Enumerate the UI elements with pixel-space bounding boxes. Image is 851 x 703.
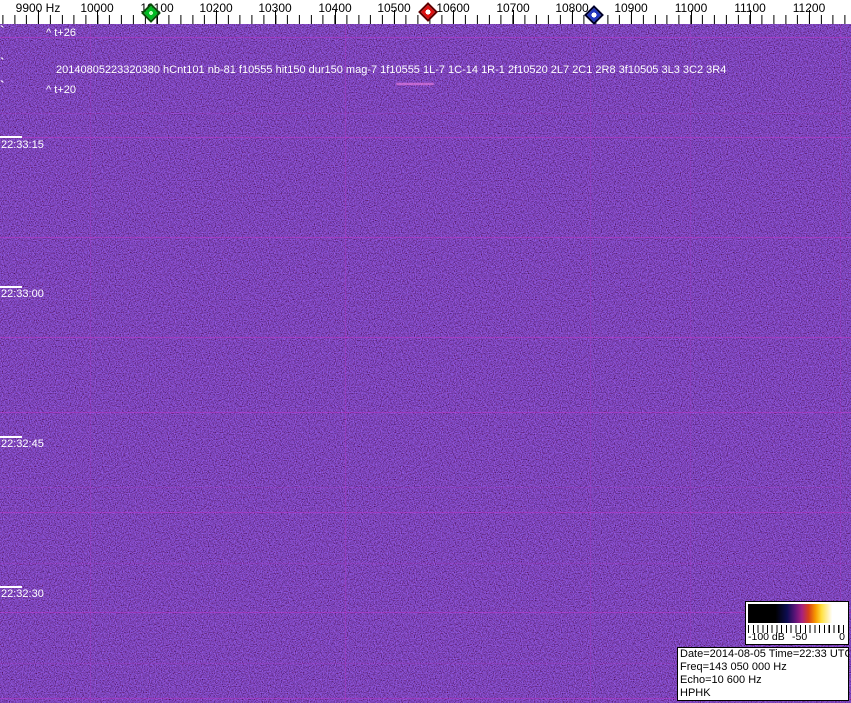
info-station: HPHK: [680, 687, 711, 699]
time-tick: [0, 136, 22, 138]
spectrogram-noise: [0, 24, 851, 703]
color-gradient-bar: [748, 604, 846, 623]
gridline-horizontal: [0, 563, 851, 564]
freq-label: 10500: [377, 1, 411, 15]
time-label: 22:32:45: [1, 438, 44, 450]
time-offset-label-lower: ^ t+20: [46, 84, 76, 96]
time-offset-label-upper: ^ t+26: [46, 27, 76, 39]
gridline-horizontal: [0, 412, 851, 413]
freq-label: 10800: [555, 1, 589, 15]
freq-label: 10000: [80, 1, 114, 15]
gridline-horizontal: [0, 113, 851, 114]
gridline-horizontal: [0, 137, 851, 138]
freq-label: 10600: [436, 1, 470, 15]
meteor-echo-trace: [396, 83, 434, 85]
spectrogram-app-window: ` ` ` ^ t+26 20140805223320380 hCnt101 n…: [0, 0, 851, 703]
freq-label: 10400: [318, 1, 352, 15]
freq-label: 10300: [258, 1, 292, 15]
freq-label: 10700: [496, 1, 530, 15]
info-frequency: Freq=143 050 000 Hz: [680, 661, 787, 673]
freq-label: 11200: [792, 1, 826, 15]
freq-label: 10200: [199, 1, 233, 15]
detection-log-line: 20140805223320380 hCnt101 nb-81 f10555 h…: [56, 64, 727, 76]
gridline-horizontal: [0, 487, 851, 488]
gridline-horizontal: [0, 237, 851, 238]
gridline-vertical: [90, 24, 91, 703]
edge-event-mark: `: [0, 78, 5, 93]
db-label-mid: -50: [792, 631, 808, 643]
db-color-scale: -100 dB -50 0: [745, 601, 849, 645]
freq-label: 10900: [614, 1, 648, 15]
db-label-max: 0: [839, 631, 845, 643]
gridline-vertical: [590, 24, 591, 703]
gridline-horizontal: [0, 612, 851, 613]
edge-event-mark: `: [0, 55, 5, 70]
freq-label: 9900 Hz: [15, 1, 61, 15]
status-info-box: Date=2014-08-05 Time=22:33 UTC Freq=143 …: [677, 647, 849, 701]
spectrogram-display: [0, 24, 851, 703]
gridline-vertical: [345, 24, 346, 703]
time-label: 22:32:30: [1, 588, 44, 600]
gridline-horizontal: [0, 37, 851, 38]
freq-label: 11000: [674, 1, 708, 15]
gridline-vertical: [690, 24, 691, 703]
gridline-horizontal: [0, 337, 851, 338]
freq-label: 11100: [734, 1, 766, 15]
db-label-min: -100 dB: [748, 631, 785, 643]
time-label: 22:33:15: [1, 139, 44, 151]
edge-event-mark: `: [0, 23, 5, 38]
db-scale-labels: -100 dB -50 0: [748, 631, 846, 643]
info-date-time: Date=2014-08-05 Time=22:33 UTC: [680, 648, 849, 660]
info-echo: Echo=10 600 Hz: [680, 674, 762, 686]
time-label: 22:33:00: [1, 288, 44, 300]
gridline-horizontal: [0, 512, 851, 513]
